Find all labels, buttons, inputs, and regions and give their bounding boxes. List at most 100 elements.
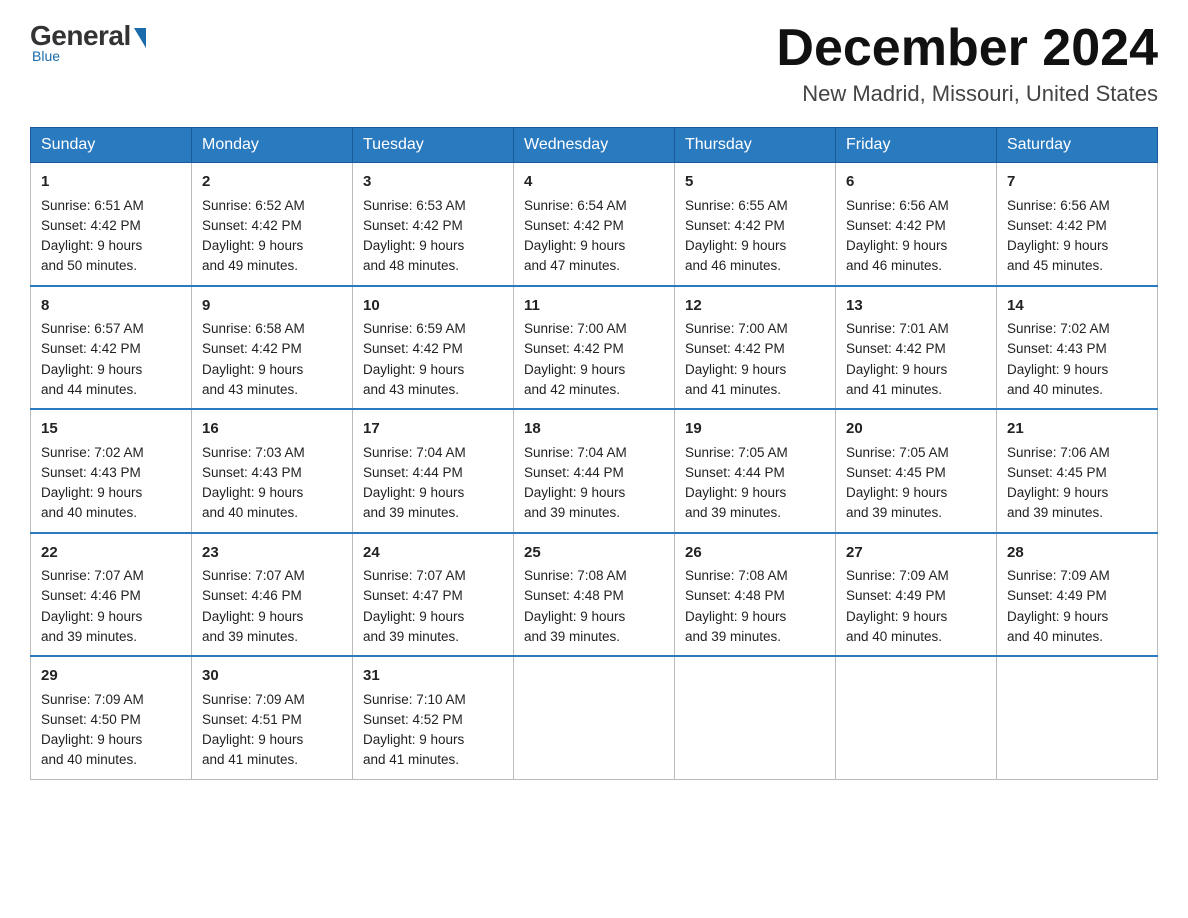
sunrise-label: Sunrise: 7:09 AM <box>41 692 144 707</box>
page-header: General Blue December 2024 New Madrid, M… <box>30 20 1158 107</box>
day-number: 30 <box>202 665 342 688</box>
day-number: 23 <box>202 542 342 565</box>
calendar-cell: 30 Sunrise: 7:09 AM Sunset: 4:51 PM Dayl… <box>192 656 353 779</box>
daylight-label: Daylight: 9 hours <box>846 362 947 377</box>
day-number: 29 <box>41 665 181 688</box>
calendar-cell: 7 Sunrise: 6:56 AM Sunset: 4:42 PM Dayli… <box>997 163 1158 286</box>
sunrise-label: Sunrise: 7:05 AM <box>846 445 949 460</box>
calendar-header-friday: Friday <box>836 128 997 163</box>
day-number: 6 <box>846 171 986 194</box>
daylight-continuation: and 46 minutes. <box>685 258 781 273</box>
day-number: 22 <box>41 542 181 565</box>
calendar-week-row: 1 Sunrise: 6:51 AM Sunset: 4:42 PM Dayli… <box>31 163 1158 286</box>
day-number: 13 <box>846 295 986 318</box>
sunrise-label: Sunrise: 6:53 AM <box>363 198 466 213</box>
calendar-cell: 16 Sunrise: 7:03 AM Sunset: 4:43 PM Dayl… <box>192 409 353 533</box>
calendar-cell: 2 Sunrise: 6:52 AM Sunset: 4:42 PM Dayli… <box>192 163 353 286</box>
day-number: 16 <box>202 418 342 441</box>
month-title: December 2024 <box>776 20 1158 77</box>
daylight-label: Daylight: 9 hours <box>685 609 786 624</box>
daylight-label: Daylight: 9 hours <box>524 362 625 377</box>
sunset-label: Sunset: 4:42 PM <box>363 341 463 356</box>
daylight-continuation: and 48 minutes. <box>363 258 459 273</box>
calendar-cell: 25 Sunrise: 7:08 AM Sunset: 4:48 PM Dayl… <box>514 533 675 657</box>
day-number: 1 <box>41 171 181 194</box>
sunrise-label: Sunrise: 7:04 AM <box>363 445 466 460</box>
day-number: 14 <box>1007 295 1147 318</box>
calendar-cell: 13 Sunrise: 7:01 AM Sunset: 4:42 PM Dayl… <box>836 286 997 410</box>
sunset-label: Sunset: 4:46 PM <box>41 588 141 603</box>
calendar-cell: 19 Sunrise: 7:05 AM Sunset: 4:44 PM Dayl… <box>675 409 836 533</box>
day-number: 17 <box>363 418 503 441</box>
sunrise-label: Sunrise: 7:06 AM <box>1007 445 1110 460</box>
daylight-label: Daylight: 9 hours <box>41 732 142 747</box>
calendar-table: SundayMondayTuesdayWednesdayThursdayFrid… <box>30 127 1158 780</box>
daylight-continuation: and 40 minutes. <box>202 505 298 520</box>
sunset-label: Sunset: 4:45 PM <box>846 465 946 480</box>
daylight-continuation: and 39 minutes. <box>524 505 620 520</box>
daylight-continuation: and 41 minutes. <box>202 752 298 767</box>
calendar-cell: 1 Sunrise: 6:51 AM Sunset: 4:42 PM Dayli… <box>31 163 192 286</box>
calendar-cell: 24 Sunrise: 7:07 AM Sunset: 4:47 PM Dayl… <box>353 533 514 657</box>
calendar-cell: 22 Sunrise: 7:07 AM Sunset: 4:46 PM Dayl… <box>31 533 192 657</box>
daylight-label: Daylight: 9 hours <box>363 732 464 747</box>
daylight-continuation: and 41 minutes. <box>363 752 459 767</box>
daylight-label: Daylight: 9 hours <box>524 238 625 253</box>
calendar-cell: 11 Sunrise: 7:00 AM Sunset: 4:42 PM Dayl… <box>514 286 675 410</box>
day-number: 4 <box>524 171 664 194</box>
daylight-continuation: and 41 minutes. <box>846 382 942 397</box>
calendar-cell: 27 Sunrise: 7:09 AM Sunset: 4:49 PM Dayl… <box>836 533 997 657</box>
daylight-label: Daylight: 9 hours <box>202 238 303 253</box>
sunset-label: Sunset: 4:50 PM <box>41 712 141 727</box>
sunrise-label: Sunrise: 6:51 AM <box>41 198 144 213</box>
calendar-cell: 20 Sunrise: 7:05 AM Sunset: 4:45 PM Dayl… <box>836 409 997 533</box>
daylight-continuation: and 43 minutes. <box>202 382 298 397</box>
sunset-label: Sunset: 4:42 PM <box>685 218 785 233</box>
daylight-continuation: and 43 minutes. <box>363 382 459 397</box>
daylight-label: Daylight: 9 hours <box>202 609 303 624</box>
sunset-label: Sunset: 4:43 PM <box>1007 341 1107 356</box>
sunrise-label: Sunrise: 6:54 AM <box>524 198 627 213</box>
calendar-cell: 9 Sunrise: 6:58 AM Sunset: 4:42 PM Dayli… <box>192 286 353 410</box>
sunset-label: Sunset: 4:51 PM <box>202 712 302 727</box>
calendar-cell <box>514 656 675 779</box>
daylight-continuation: and 39 minutes. <box>1007 505 1103 520</box>
day-number: 10 <box>363 295 503 318</box>
daylight-continuation: and 39 minutes. <box>363 505 459 520</box>
sunset-label: Sunset: 4:44 PM <box>524 465 624 480</box>
daylight-continuation: and 39 minutes. <box>685 505 781 520</box>
day-number: 20 <box>846 418 986 441</box>
daylight-continuation: and 40 minutes. <box>41 505 137 520</box>
sunrise-label: Sunrise: 6:56 AM <box>1007 198 1110 213</box>
sunrise-label: Sunrise: 6:58 AM <box>202 321 305 336</box>
sunset-label: Sunset: 4:42 PM <box>202 218 302 233</box>
daylight-continuation: and 44 minutes. <box>41 382 137 397</box>
calendar-cell <box>997 656 1158 779</box>
sunrise-label: Sunrise: 7:07 AM <box>363 568 466 583</box>
daylight-continuation: and 39 minutes. <box>202 629 298 644</box>
sunset-label: Sunset: 4:52 PM <box>363 712 463 727</box>
calendar-cell: 12 Sunrise: 7:00 AM Sunset: 4:42 PM Dayl… <box>675 286 836 410</box>
daylight-label: Daylight: 9 hours <box>363 362 464 377</box>
daylight-label: Daylight: 9 hours <box>363 609 464 624</box>
daylight-label: Daylight: 9 hours <box>41 362 142 377</box>
sunrise-label: Sunrise: 7:09 AM <box>202 692 305 707</box>
sunset-label: Sunset: 4:49 PM <box>846 588 946 603</box>
calendar-header-sunday: Sunday <box>31 128 192 163</box>
sunrise-label: Sunrise: 7:03 AM <box>202 445 305 460</box>
day-number: 7 <box>1007 171 1147 194</box>
daylight-continuation: and 49 minutes. <box>202 258 298 273</box>
day-number: 25 <box>524 542 664 565</box>
day-number: 24 <box>363 542 503 565</box>
day-number: 19 <box>685 418 825 441</box>
daylight-continuation: and 39 minutes. <box>41 629 137 644</box>
daylight-continuation: and 40 minutes. <box>846 629 942 644</box>
day-number: 8 <box>41 295 181 318</box>
day-number: 27 <box>846 542 986 565</box>
sunrise-label: Sunrise: 7:09 AM <box>846 568 949 583</box>
sunset-label: Sunset: 4:42 PM <box>846 341 946 356</box>
sunset-label: Sunset: 4:43 PM <box>41 465 141 480</box>
daylight-continuation: and 39 minutes. <box>524 629 620 644</box>
calendar-cell: 28 Sunrise: 7:09 AM Sunset: 4:49 PM Dayl… <box>997 533 1158 657</box>
daylight-label: Daylight: 9 hours <box>846 609 947 624</box>
